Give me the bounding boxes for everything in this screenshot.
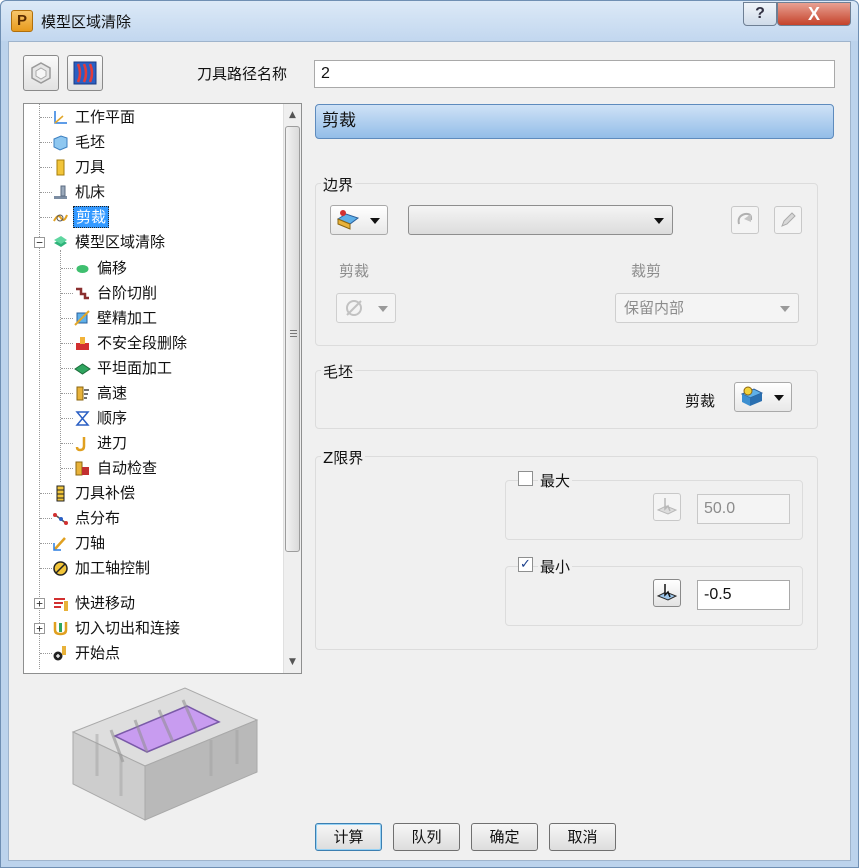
trim-preview-image <box>71 684 259 821</box>
activate-boundary-button[interactable] <box>731 206 759 234</box>
point-distribution-icon <box>53 512 68 525</box>
trim-icon <box>53 214 68 221</box>
tree-item-high-speed[interactable]: 高速 <box>74 382 129 404</box>
tree-item-unsafe-segment[interactable]: 不安全段删除 <box>74 332 189 354</box>
trim-disabled-icon <box>346 300 362 316</box>
zmin-label: 最小 <box>538 556 573 577</box>
tree-item-tool-compensation[interactable]: 刀具补偿 <box>52 482 137 504</box>
dialog-client-area: 刀具路径名称 2 工作平面 毛坯 刀具 机床 剪裁 − 模型区域清除 偏移 台阶… <box>8 41 851 861</box>
tree-item-axis-control[interactable]: 加工轴控制 <box>52 557 152 579</box>
area-clearance-icon <box>54 235 67 247</box>
wall-finishing-icon <box>74 309 90 326</box>
workplane-icon <box>54 110 67 124</box>
close-button[interactable]: X <box>777 2 851 26</box>
boundary-clip-label: 裁剪 <box>631 262 662 280</box>
leads-links-icon <box>53 621 68 635</box>
tree-expander-leads-links[interactable]: + <box>34 623 45 634</box>
toolpath-name-label: 刀具路径名称 <box>197 65 288 83</box>
window-title: 模型区域清除 <box>41 13 132 31</box>
tree-item-flat-machining[interactable]: 平坦面加工 <box>74 357 174 379</box>
start-point-icon <box>53 645 66 660</box>
tree-item-offset[interactable]: 偏移 <box>74 257 129 279</box>
tree-scrollbar[interactable]: ▲ ▼ <box>283 104 301 673</box>
pick-disabled-icon <box>656 498 678 515</box>
tool-axis-icon <box>53 536 66 551</box>
scroll-up-icon[interactable]: ▲ <box>284 106 301 124</box>
tree-item-order[interactable]: 顺序 <box>74 407 129 429</box>
tree-item-tool[interactable]: 刀具 <box>52 156 107 178</box>
tree-item-point-distribution[interactable]: 点分布 <box>52 507 122 529</box>
boundary-activate-icon <box>737 212 753 225</box>
boundary-dropdown[interactable] <box>408 205 673 235</box>
panel-header: 剪裁 <box>315 104 834 139</box>
recycle-cube-icon <box>31 62 51 84</box>
machine-icon <box>54 185 67 199</box>
boundary-icon <box>336 210 360 230</box>
tool-compensation-icon <box>56 485 65 501</box>
order-icon <box>75 410 90 426</box>
scroll-down-icon[interactable]: ▼ <box>284 653 301 671</box>
pick-icon <box>656 584 678 601</box>
block-trim-label: 剪裁 <box>685 392 716 410</box>
tree-item-approach[interactable]: 进刀 <box>74 432 129 454</box>
powermill-app-icon: P <box>11 10 33 32</box>
title-bar[interactable]: P 模型区域清除 ? X <box>1 1 858 41</box>
zmax-label: 最大 <box>538 470 573 491</box>
toolpath-name-input[interactable]: 2 <box>314 60 835 88</box>
tree-item-block[interactable]: 毛坯 <box>52 131 107 153</box>
zmax-pick-button[interactable] <box>653 493 681 521</box>
edit-boundary-button[interactable] <box>774 206 802 234</box>
unsafe-segment-icon <box>76 336 89 350</box>
strategy-tree[interactable]: 工作平面 毛坯 刀具 机床 剪裁 − 模型区域清除 偏移 台阶切削 壁精加工 不… <box>23 103 302 674</box>
rapid-move-icon <box>54 597 68 611</box>
queue-button[interactable]: 队列 <box>393 823 460 851</box>
dialog-window: P 模型区域清除 ? X 刀具路径名称 2 工作平面 毛坯 刀具 机床 剪裁 −… <box>0 0 859 868</box>
block-trim-icon <box>740 386 764 406</box>
step-cutting-icon <box>76 287 89 299</box>
high-speed-icon <box>76 386 89 400</box>
toolpath-preview-button[interactable] <box>23 55 59 91</box>
tool-icon <box>56 159 65 175</box>
tree-expander-area-clearance[interactable]: − <box>34 237 45 248</box>
pattern-icon <box>73 61 97 85</box>
boundary-trim-label: 剪裁 <box>339 262 370 280</box>
tree-item-step-cutting[interactable]: 台阶切削 <box>74 282 159 304</box>
zlimits-group-title: Z限界 <box>321 447 366 468</box>
flat-machining-icon <box>74 362 91 375</box>
zmin-pick-button[interactable] <box>653 579 681 607</box>
tree-item-machine[interactable]: 机床 <box>52 181 107 203</box>
block-icon <box>53 134 68 151</box>
tree-item-auto-verify[interactable]: 自动检查 <box>74 457 159 479</box>
tree-item-rapid-move[interactable]: 快进移动 <box>52 592 137 614</box>
auto-verify-icon <box>75 461 89 475</box>
tree-item-area-clearance[interactable]: 模型区域清除 <box>52 231 167 253</box>
scrollbar-thumb[interactable] <box>285 126 300 552</box>
tree-item-start-point[interactable]: 开始点 <box>52 642 122 664</box>
tree-item-trim[interactable]: 剪裁 <box>52 206 110 228</box>
toolpath-pattern-button[interactable] <box>67 55 103 91</box>
boundary-select-button[interactable] <box>330 205 388 235</box>
accept-button[interactable]: 确定 <box>471 823 538 851</box>
help-button[interactable]: ? <box>743 2 777 26</box>
tree-item-wall-finishing[interactable]: 壁精加工 <box>74 307 159 329</box>
block-group-title: 毛坯 <box>321 361 356 382</box>
boundary-group-title: 边界 <box>321 174 356 195</box>
clip-mode-dropdown[interactable]: 保留内部 <box>615 293 799 323</box>
block-trim-button[interactable] <box>734 382 792 412</box>
pencil-icon <box>781 212 796 227</box>
cancel-button[interactable]: 取消 <box>549 823 616 851</box>
offset-icon <box>76 264 89 273</box>
axis-control-icon <box>53 560 68 576</box>
calculate-button[interactable]: 计算 <box>315 823 382 851</box>
zmin-checkbox[interactable]: ✓ <box>518 557 533 572</box>
tree-expander-rapid-move[interactable]: + <box>34 598 45 609</box>
zmax-checkbox[interactable] <box>518 471 533 486</box>
tree-item-workplane[interactable]: 工作平面 <box>52 106 137 128</box>
boundary-trim-button[interactable] <box>336 293 396 323</box>
tree-item-tool-axis[interactable]: 刀轴 <box>52 532 107 554</box>
zmax-input[interactable]: 50.0 <box>697 494 790 524</box>
approach-icon <box>75 436 86 451</box>
tree-item-leads-links[interactable]: 切入切出和连接 <box>52 617 182 639</box>
zmin-input[interactable]: -0.5 <box>697 580 790 610</box>
